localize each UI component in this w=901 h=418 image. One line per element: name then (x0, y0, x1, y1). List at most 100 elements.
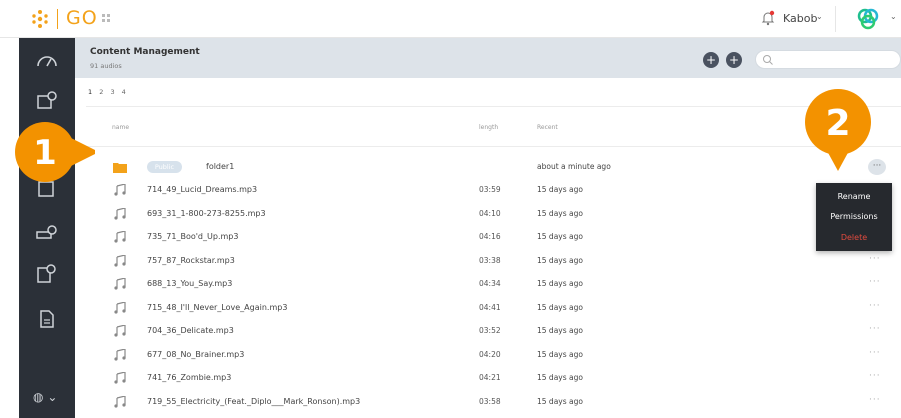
search-input[interactable] (755, 50, 901, 69)
length-value: 03:52 (479, 326, 501, 335)
column-header-length[interactable]: length (479, 124, 498, 131)
table-row[interactable]: 704_36_Delicate.mp3 03:52 15 days ago ··· (86, 320, 901, 343)
recent-value: 15 days ago (537, 349, 583, 359)
delete-menu-item[interactable]: Delete (816, 233, 892, 242)
recent-value: about a minute ago (537, 162, 611, 171)
file-name[interactable]: 719_55_Electricity_(Feat._Diplo___Mark_R… (147, 397, 360, 406)
length-value: 04:20 (479, 349, 501, 359)
audio-icon[interactable] (35, 90, 59, 112)
recent-value: 15 days ago (537, 279, 583, 288)
length-value: 04:10 (479, 208, 501, 218)
more-options-button[interactable]: ··· (869, 371, 881, 381)
table-row[interactable]: 757_87_Rockstar.mp3 03:38 15 days ago ··· (86, 250, 901, 273)
recent-value: 15 days ago (537, 302, 583, 312)
music-note-icon (114, 348, 126, 361)
music-note-icon (114, 325, 126, 337)
recent-value: 15 days ago (537, 396, 583, 406)
more-options-button[interactable]: ··· (869, 324, 881, 334)
audio-count: 91 audios (90, 62, 122, 70)
music-note-icon (114, 207, 126, 220)
search-icon (763, 55, 773, 65)
length-value: 03:58 (479, 396, 501, 406)
file-name[interactable]: 715_48_I'll_Never_Love_Again.mp3 (147, 303, 287, 312)
table-row[interactable]: 714_49_Lucid_Dreams.mp3 03:59 15 days ago (86, 179, 901, 202)
dashboard-icon[interactable] (35, 50, 59, 72)
music-note-icon (114, 254, 126, 267)
length-value: 04:21 (479, 373, 501, 382)
chevron-down-icon[interactable]: ⌄ (890, 12, 897, 21)
table-row[interactable]: 741_76_Zombie.mp3 04:21 15 days ago ··· (86, 367, 901, 390)
permissions-menu-item[interactable]: Permissions (816, 212, 892, 221)
page-title: Content Management (90, 47, 200, 57)
page-link[interactable]: 3 (110, 88, 114, 96)
more-options-button[interactable]: ··· (869, 277, 881, 287)
recent-value: 15 days ago (537, 208, 583, 218)
more-options-button[interactable]: ··· (869, 348, 881, 358)
table-row[interactable]: 693_31_1-800-273-8255.mp3 04:10 15 days ag… (86, 203, 901, 226)
table-row[interactable]: 688_13_You_Say.mp3 04:34 15 days ago ··· (86, 273, 901, 296)
recent-value: 15 days ago (537, 232, 583, 241)
file-name[interactable]: 741_76_Zombie.mp3 (147, 373, 231, 382)
file-name[interactable]: 693_31_1-800-273-8255.mp3 (147, 209, 266, 218)
folder-name[interactable]: folder1 (206, 162, 234, 171)
page-link[interactable]: 1 (88, 88, 92, 96)
bell-icon[interactable] (760, 10, 776, 26)
logo-text[interactable]: GO (66, 7, 98, 29)
document-icon[interactable] (35, 308, 59, 330)
table-row[interactable]: 719_55_Electricity_(Feat._Diplo___Mark_R… (86, 391, 901, 414)
divider (835, 6, 836, 32)
divider (86, 106, 901, 107)
apps-grid-icon[interactable] (101, 13, 111, 23)
folder-row[interactable]: Public folder1 about a minute ago (86, 156, 901, 179)
callout-1-label: 1 (33, 133, 57, 173)
more-options-button[interactable]: ··· (869, 395, 881, 405)
file-name[interactable]: 688_13_You_Say.mp3 (147, 279, 232, 288)
chevron-down-icon[interactable]: ⌄ (816, 12, 823, 21)
table-row[interactable]: 715_48_I'll_Never_Love_Again.mp3 04:41 15 … (86, 297, 901, 320)
logo-dots-icon[interactable] (30, 9, 50, 29)
logo-separator (57, 9, 58, 29)
length-value: 04:16 (479, 232, 501, 241)
length-value: 04:34 (479, 279, 501, 288)
file-name[interactable]: 677_08_No_Brainer.mp3 (147, 350, 244, 359)
length-value: 04:41 (479, 302, 501, 312)
file-name[interactable]: 735_71_Boo'd_Up.mp3 (147, 232, 238, 241)
add-button[interactable]: + (726, 52, 742, 68)
sidebar: ◍ ⌄ (19, 38, 75, 418)
column-header-name[interactable]: name (112, 124, 129, 131)
music-note-icon (114, 301, 126, 314)
file-name[interactable]: 714_49_Lucid_Dreams.mp3 (147, 185, 257, 194)
screen-icon[interactable] (35, 222, 59, 244)
recent-value: 15 days ago (537, 255, 583, 265)
length-value: 03:59 (479, 185, 501, 194)
recent-value: 15 days ago (537, 326, 583, 335)
status-badge: Public (147, 161, 182, 173)
length-value: 03:38 (479, 255, 501, 265)
page-link[interactable]: 4 (122, 88, 126, 96)
playlist-icon[interactable] (35, 263, 59, 285)
folder-icon (113, 163, 127, 173)
more-options-button[interactable]: ··· (869, 254, 881, 264)
callout-2-label: 2 (825, 103, 850, 144)
rename-menu-item[interactable]: Rename (816, 192, 892, 201)
top-bar: GO Kabob ⌄ ⌄ (0, 0, 901, 38)
recent-value: 15 days ago (537, 373, 583, 382)
table-row[interactable]: 677_08_No_Brainer.mp3 04:20 15 days ago ··· (86, 344, 901, 367)
table-row[interactable]: 735_71_Boo'd_Up.mp3 04:16 15 days ago (86, 226, 901, 249)
globe-icon[interactable]: ◍ ⌄ (33, 390, 57, 404)
user-name[interactable]: Kabob (783, 12, 817, 25)
music-note-icon (114, 372, 126, 384)
music-note-icon (114, 231, 126, 243)
file-name[interactable]: 757_87_Rockstar.mp3 (147, 256, 235, 265)
column-header-recent[interactable]: Recent (537, 124, 558, 131)
callout-1: 1 (15, 122, 95, 182)
music-note-icon (114, 184, 126, 196)
more-options-button[interactable]: ··· (869, 301, 881, 311)
file-name[interactable]: 704_36_Delicate.mp3 (147, 326, 234, 335)
chevron-down-icon[interactable]: ⌄ (47, 390, 57, 404)
add-folder-button[interactable]: + (703, 52, 719, 68)
brand-circles-icon[interactable] (855, 7, 881, 31)
content-header: Content Management 91 audios + + (75, 38, 901, 78)
page-link[interactable]: 2 (99, 88, 103, 96)
recent-value: 15 days ago (537, 185, 583, 194)
